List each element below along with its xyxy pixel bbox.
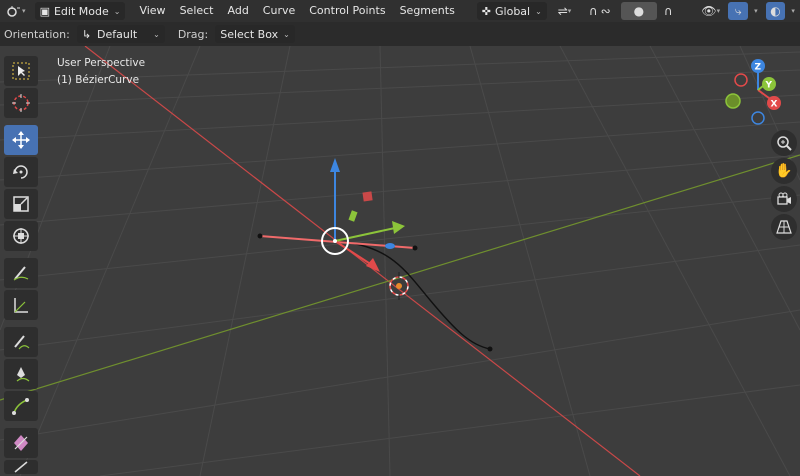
control-point [487,346,493,352]
eye-icon: 👁 [701,4,717,18]
tool-scale[interactable] [4,189,38,219]
visibility-button[interactable]: 👁 ▾ [697,2,724,20]
menu-select[interactable]: Select [173,0,221,22]
menu-control-points[interactable]: Control Points [302,0,392,22]
rotate-icon [13,165,28,179]
drag-setting-value: Select Box [220,27,279,41]
tool-shelf [4,56,40,476]
tool-annotate[interactable] [4,258,38,288]
tool-draw[interactable] [4,327,38,357]
cursor-icon [12,94,30,112]
editor-type-button[interactable]: ▾ [6,2,26,20]
camera-icon [777,192,791,205]
orientation-setting-label: Orientation: [4,27,70,41]
orientation-setting-value: Default [97,27,138,41]
transform-orientation-dropdown[interactable]: ✜ Global ⌄ [476,2,547,20]
transform-icon [13,228,29,244]
menu-view[interactable]: View [132,0,172,22]
gizmo-icon: ⤷ [734,3,742,18]
scale-icon [13,196,29,212]
overlays-icon: ◐ [770,4,781,18]
perspective-toggle-button[interactable] [771,214,797,240]
tool-tilt[interactable] [4,460,38,474]
mode-dropdown[interactable]: ▣ Edit Mode ⌄ [34,2,126,20]
menu-curve[interactable]: Curve [256,0,302,22]
chevron-down-icon: ⌄ [283,29,290,39]
menu-add[interactable]: Add [221,0,256,22]
snap-element-icon: ∾ [600,4,611,18]
tilt-icon [14,461,28,473]
tool-select-box[interactable] [4,56,38,86]
pan-button[interactable]: ✋ [771,158,797,184]
chevron-down-icon: ⌄ [535,6,542,16]
tool-cursor[interactable] [4,88,38,118]
draw-icon [14,335,30,350]
pivot-point-button[interactable]: ⇌ ▾ [551,2,578,20]
tool-measure[interactable] [4,290,38,320]
drag-setting-label: Drag: [177,27,209,41]
move-icon [12,131,30,149]
chevron-down-icon: ▾ [791,7,795,15]
editor-type-icon [7,6,21,17]
handle-point [257,233,263,239]
tool-radius[interactable] [4,428,38,458]
magnet-icon: ∩ [588,4,598,18]
annotate-icon [13,266,29,281]
gizmo-toggle[interactable]: ⤷ [728,2,748,20]
menu-segments[interactable]: Segments [393,0,462,22]
curve-extrude-icon [12,398,29,415]
hand-icon: ✋ [775,163,793,179]
snapping-toggle[interactable]: ∩ ∾ [580,2,619,20]
proportional-editing-toggle[interactable]: ● [621,2,657,20]
orientation-label: Global [495,4,531,18]
proportional-icon: ● [633,4,645,18]
zoom-icon [777,136,792,151]
viewport-info: User Perspective (1) BézierCurve [57,55,145,89]
active-object-name: (1) BézierCurve [57,74,140,86]
gizmo-x-label: X [771,100,778,110]
falloff-icon: ∩ [663,4,673,18]
gizmo-z-label: Z [755,63,762,73]
edit-mode-icon: ▣ [39,4,50,18]
orientation-icon: ✜ [481,4,492,18]
gizmo-dropdown[interactable]: ▾ [750,2,762,20]
mode-label: Edit Mode [53,4,109,18]
tool-pen[interactable] [4,359,38,389]
overlays-toggle[interactable]: ◐ [765,2,786,20]
viewport-header: ▾ ▣ Edit Mode ⌄ View Select Add Curve Co… [0,0,800,22]
tool-transform[interactable] [4,221,38,251]
3d-viewport[interactable]: Z Y X [0,46,800,476]
tool-rotate[interactable] [4,157,38,187]
radius-icon [14,435,28,451]
tool-curve-extrude[interactable] [4,391,38,421]
pen-icon [16,367,30,382]
chevron-down-icon: ⌄ [153,29,160,39]
falloff-button[interactable]: ∩ [659,2,679,20]
orientation-setting-dropdown[interactable]: ↳ Default ⌄ [76,25,165,43]
select-box-icon [12,62,30,80]
orientation-axes-icon: ↳ [81,27,92,41]
tool-move[interactable] [4,125,38,155]
tool-settings-bar: Orientation: ↳ Default ⌄ Drag: Select Bo… [0,22,800,46]
chevron-down-icon: ⌄ [113,6,121,16]
chevron-down-icon: ▾ [754,7,758,15]
drag-setting-dropdown[interactable]: Select Box ⌄ [215,25,295,43]
gizmo-neg-y [725,93,741,109]
zoom-button[interactable] [771,130,797,156]
handle-point [412,245,418,251]
pivot-icon: ⇌ [557,4,568,18]
measure-icon [14,298,28,313]
view-name: User Perspective [57,57,146,69]
grid-icon [776,220,792,234]
overlays-dropdown[interactable]: ▾ [787,2,799,20]
gizmo-y-label: Y [765,81,773,91]
camera-view-button[interactable] [771,186,797,212]
